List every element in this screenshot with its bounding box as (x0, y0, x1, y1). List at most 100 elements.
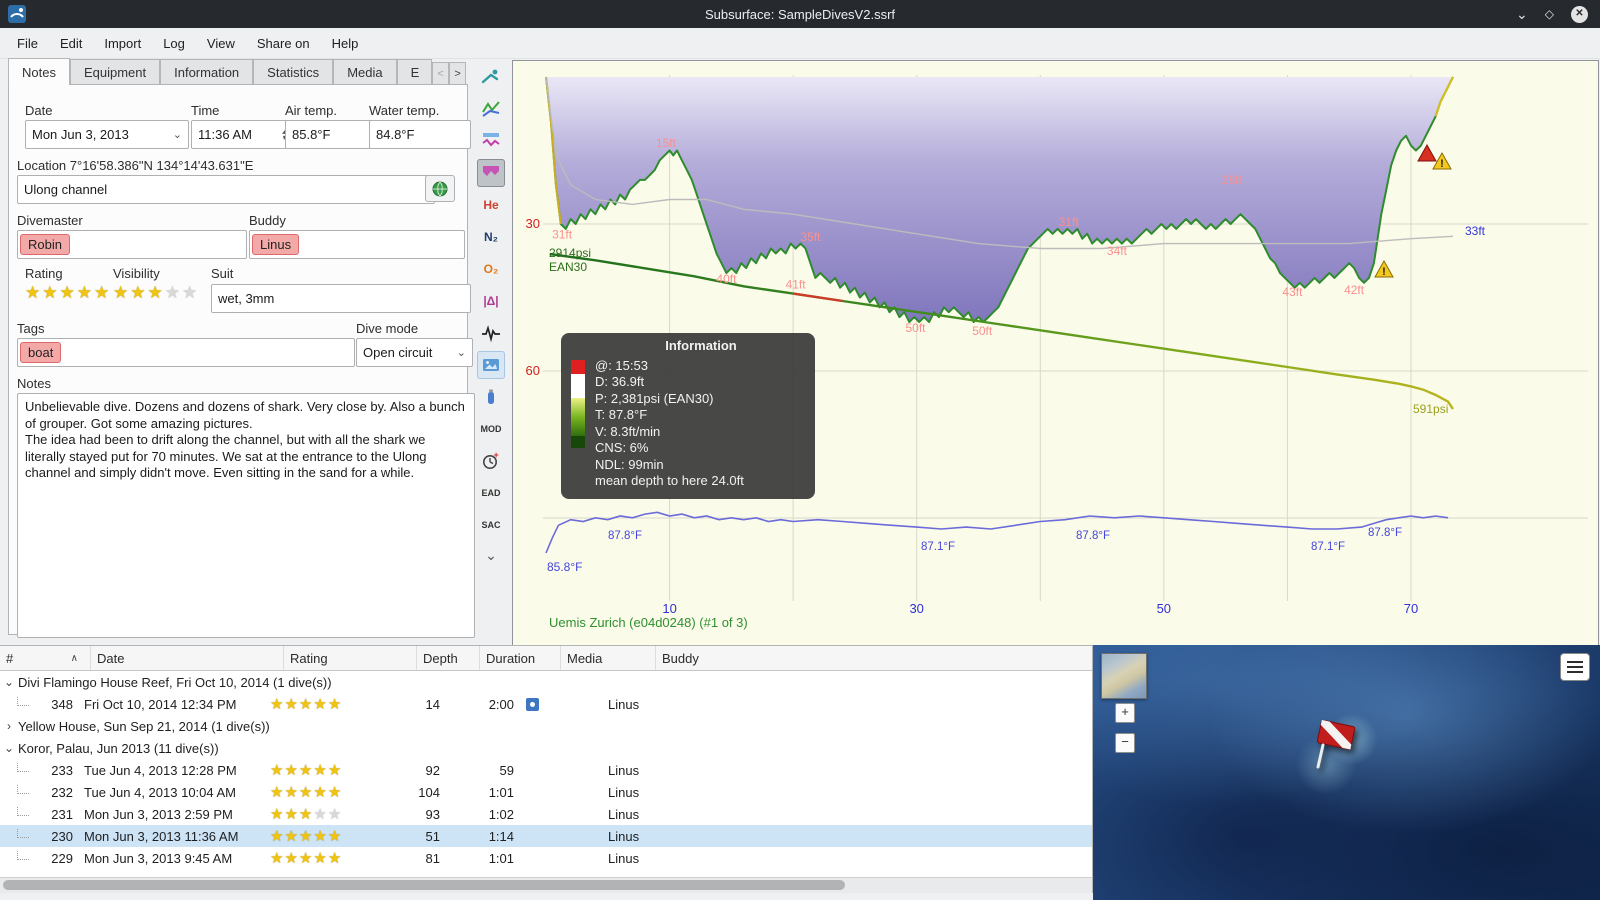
mod-icon[interactable]: MOD (477, 415, 505, 443)
dive-row-229[interactable]: 229 Mon Jun 3, 2013 9:45 AM ★★★★★ 81 1:01 Lin… (0, 847, 1092, 869)
tab-information[interactable]: Information (160, 59, 254, 85)
column-header-duration[interactable]: Duration (480, 646, 561, 670)
collapse-icon[interactable]: ⌄ (0, 741, 18, 755)
location-field[interactable]: Ulong channel (17, 175, 435, 204)
ead-icon[interactable]: EAD (477, 479, 505, 507)
dive-buddy: Linus (608, 850, 640, 866)
map-zoom-in-button[interactable]: + (1115, 703, 1135, 723)
buddy-tag[interactable]: Linus (252, 234, 300, 255)
svg-text:!: ! (1382, 266, 1386, 278)
map-panel[interactable]: + − (1093, 645, 1600, 900)
menu-view[interactable]: View (196, 29, 246, 58)
svg-text:33ft: 33ft (1465, 224, 1486, 238)
chevron-down-icon: ⌄ (456, 347, 466, 359)
tags-field[interactable]: boat (17, 338, 355, 367)
time-spinbox[interactable]: 11:36 AM ▴ ▾ (191, 120, 293, 149)
dive-row-230[interactable]: 230 Mon Jun 3, 2013 11:36 AM ★★★★★ 51 1:14 Li… (0, 825, 1092, 847)
menu-import[interactable]: Import (93, 29, 152, 58)
calc-ceiling-icon[interactable] (477, 159, 505, 187)
tree-branch (17, 696, 29, 706)
dive-number: 233 (51, 762, 73, 778)
minimize-button[interactable]: ⌄ (1516, 7, 1528, 21)
tab-equipment[interactable]: Equipment (69, 59, 161, 85)
sac-icon[interactable]: SAC (477, 511, 505, 539)
map-overview[interactable] (1101, 653, 1147, 699)
tree-branch (17, 850, 29, 860)
menu-file[interactable]: File (6, 29, 49, 58)
tab-e[interactable]: E (396, 59, 433, 85)
column-header-date[interactable]: Date (91, 646, 284, 670)
menu-edit[interactable]: Edit (49, 29, 93, 58)
air-temp-field[interactable]: 85.8°F (285, 120, 373, 149)
collapse-icon[interactable]: ⌄ (0, 675, 18, 689)
tab-statistics[interactable]: Statistics (253, 59, 334, 85)
column-header-buddy[interactable]: Buddy (656, 646, 1092, 670)
tab-notes[interactable]: Notes (8, 58, 70, 85)
delta-icon[interactable]: |Δ| (477, 287, 505, 315)
map-menu-button[interactable] (1560, 653, 1590, 681)
profile-infobox: Information @: 15:53 D: 36.9ft P: 2,381psi… (561, 333, 815, 499)
trip-row[interactable]: › Yellow House, Sun Sep 21, 2014 (1 dive(… (0, 715, 1092, 737)
scrollbar-thumb[interactable] (3, 880, 845, 890)
ndl-icon[interactable]: + (477, 447, 505, 475)
tab-bar: Notes Equipment Information Statistics Media… (8, 57, 467, 85)
suit-field[interactable]: wet, 3mm (211, 284, 471, 313)
column-header-rating[interactable]: Rating (284, 646, 417, 670)
gaschange-icon[interactable] (477, 383, 505, 411)
horizontal-scrollbar[interactable] (0, 877, 1093, 893)
dive-row-232[interactable]: 232 Tue Jun 4, 2013 10:04 AM ★★★★★ 104 1:01 L… (0, 781, 1092, 803)
dive-buddy: Linus (608, 828, 640, 844)
map-zoom-out-button[interactable]: − (1115, 733, 1135, 753)
column-header-media[interactable]: Media (561, 646, 656, 670)
expand-icon[interactable]: › (0, 719, 18, 733)
buddy-field[interactable]: Linus (249, 230, 465, 259)
o2-icon[interactable]: O₂ (477, 255, 505, 283)
notes-textarea[interactable]: Unbelievable dive. Dozens and dozens of … (17, 393, 475, 638)
dive-row-348[interactable]: 348 Fri Oct 10, 2014 12:34 PM ★★★★★ 14 2:00 L… (0, 693, 1092, 715)
dc-ceiling-icon[interactable] (477, 127, 505, 155)
dive-date: Tue Jun 4, 2013 12:28 PM (84, 762, 237, 778)
photos-icon[interactable] (477, 351, 505, 379)
dive-date: Fri Oct 10, 2014 12:34 PM (84, 696, 237, 712)
tab-scroll-left-button[interactable]: < (432, 62, 450, 85)
svg-text:28ft: 28ft (1222, 173, 1243, 187)
heartrate-icon[interactable] (477, 319, 505, 347)
dive-duration: 1:01 (488, 850, 514, 866)
star-filled-icon: ★ (327, 828, 343, 845)
pressure-graph-icon[interactable] (477, 95, 505, 123)
dive-rating: ★★★★★ (264, 827, 390, 845)
dive-flag-marker[interactable] (1311, 717, 1371, 778)
dive-depth: 104 (418, 784, 440, 800)
maximize-button[interactable]: ◇ (1545, 8, 1554, 20)
toolbar-scroll-down-button[interactable]: ⌄ (477, 547, 505, 564)
dive-mode-select[interactable]: Open circuit ⌄ (356, 338, 473, 367)
tab-scroll-right-button[interactable]: > (449, 62, 467, 85)
divemaster-tag[interactable]: Robin (20, 234, 70, 255)
tag-boat[interactable]: boat (20, 342, 62, 363)
divemaster-field[interactable]: Robin (17, 230, 247, 259)
close-button[interactable]: ✕ (1571, 5, 1588, 23)
location-label: Location 7°16'58.386"N 134°14'43.631"E (17, 158, 254, 173)
diver-icon[interactable] (477, 63, 505, 91)
water-temp-field[interactable]: 84.8°F (369, 120, 471, 149)
date-combobox[interactable]: Mon Jun 3, 2013 ⌄ (25, 120, 189, 149)
media-icon[interactable] (526, 697, 539, 711)
dive-row-233[interactable]: 233 Tue Jun 4, 2013 12:28 PM ★★★★★ 92 59 Linu… (0, 759, 1092, 781)
rating-stars[interactable]: ★★★★★ (25, 283, 111, 303)
tab-media[interactable]: Media (333, 59, 397, 85)
menu-share-on[interactable]: Share on (246, 29, 321, 58)
menu-help[interactable]: Help (321, 29, 370, 58)
visibility-stars[interactable]: ★★★★★ (113, 283, 199, 303)
n2-icon[interactable]: N₂ (477, 223, 505, 251)
column-header-depth[interactable]: Depth (417, 646, 480, 670)
column-header-num[interactable]: # ∧ (0, 646, 91, 670)
dive-row-231[interactable]: 231 Mon Jun 3, 2013 2:59 PM ★★★★★ 93 1:02 Lin… (0, 803, 1092, 825)
globe-button[interactable] (425, 175, 455, 202)
trip-row[interactable]: ⌄ Koror, Palau, Jun 2013 (11 dive(s)) (0, 737, 1092, 759)
star-filled-icon: ★ (298, 784, 314, 801)
he-icon[interactable]: He (477, 191, 505, 219)
menu-log[interactable]: Log (152, 29, 196, 58)
dive-number: 230 (51, 828, 73, 844)
dive-depth: 93 (425, 806, 440, 822)
trip-row[interactable]: ⌄ Divi Flamingo House Reef, Fri Oct 10, 2… (0, 671, 1092, 693)
